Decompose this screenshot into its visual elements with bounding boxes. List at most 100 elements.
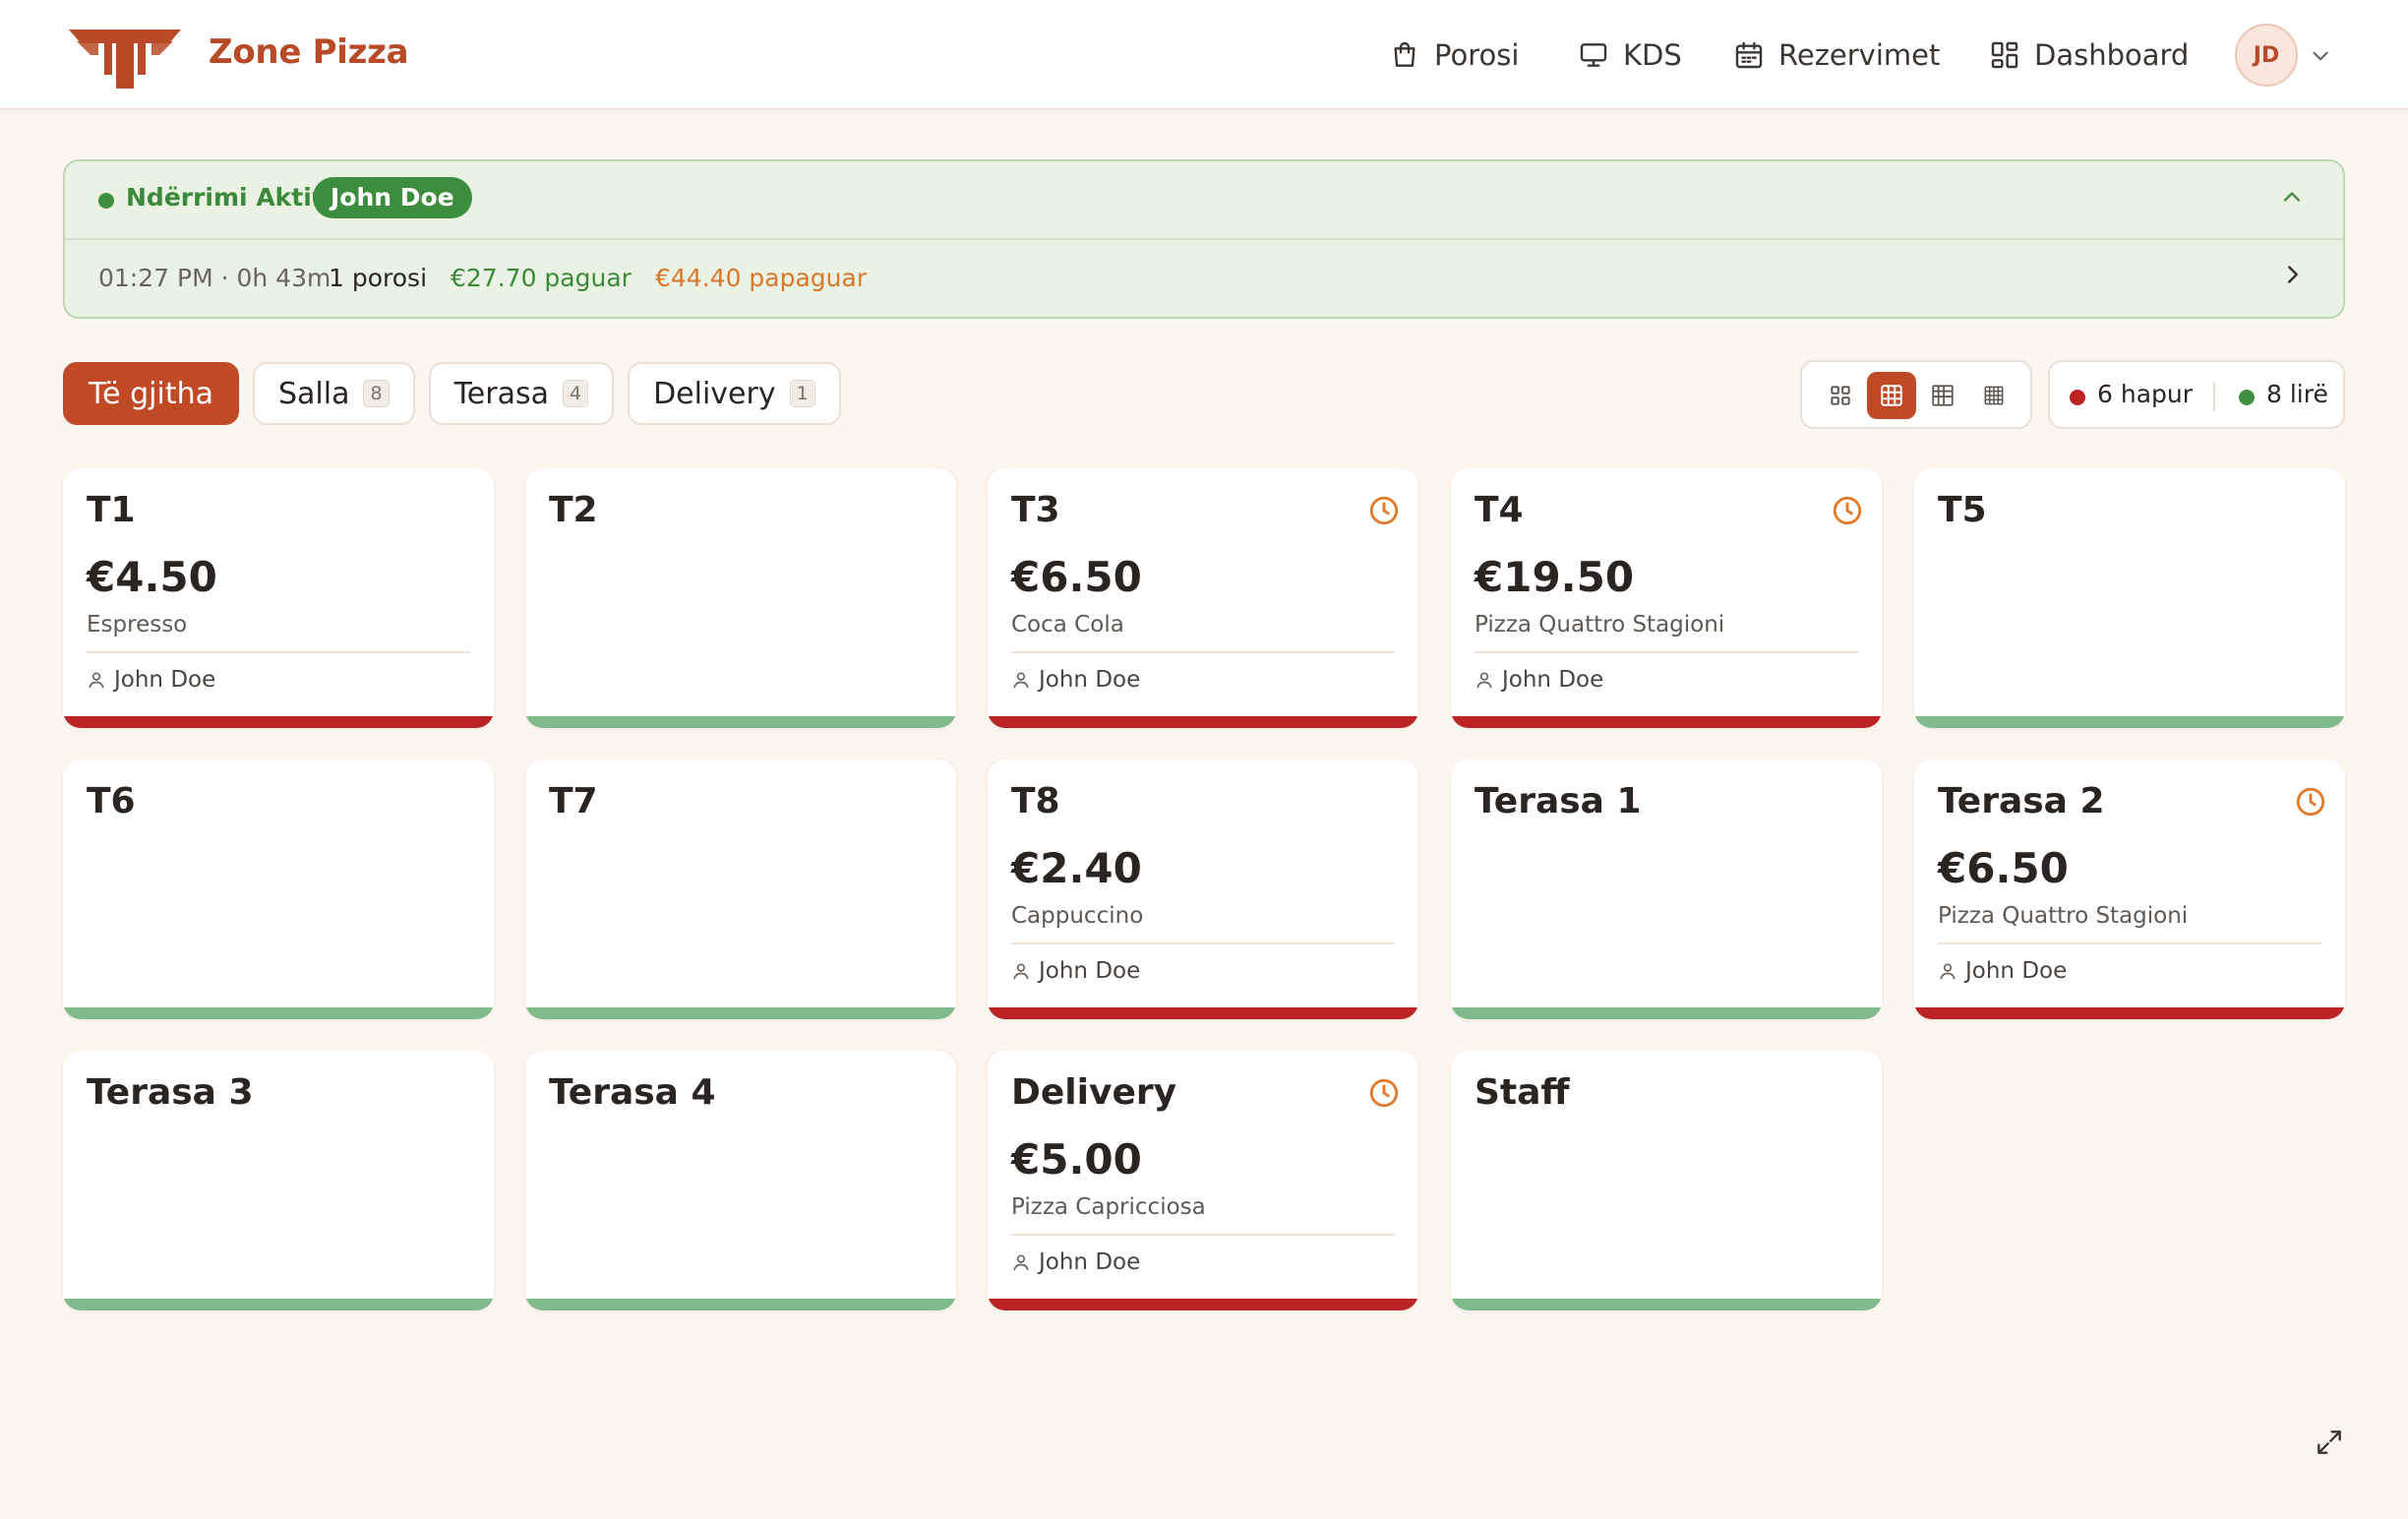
clock-icon — [1833, 496, 1862, 525]
table-order-item: Coca Cola — [1011, 612, 1124, 638]
table-name: Delivery — [1011, 1072, 1177, 1113]
calendar-icon — [1735, 41, 1763, 69]
table-card[interactable]: Terasa 1 — [1451, 760, 1882, 1019]
nav-dashboard[interactable]: Dashboard — [1989, 0, 2189, 110]
table-amount: €2.40 — [1011, 844, 1142, 892]
chevron-up-icon[interactable] — [2278, 183, 2306, 211]
card-divider — [1011, 651, 1395, 653]
table-card[interactable]: T7 — [525, 760, 956, 1019]
table-waiter: John Doe — [87, 667, 215, 693]
chevron-right-icon[interactable] — [2278, 260, 2308, 289]
free-status-dot — [2239, 390, 2255, 405]
tab-salla[interactable]: Salla 8 — [252, 362, 415, 425]
table-name: T6 — [87, 781, 136, 821]
open-tables-count: 6 hapur — [2097, 380, 2194, 408]
grid-4x4-icon — [1932, 385, 1954, 406]
card-divider — [1011, 1234, 1395, 1236]
table-name: Staff — [1475, 1072, 1570, 1113]
user-icon — [1940, 963, 1956, 980]
table-name: T1 — [87, 490, 136, 530]
table-waiter-name: John Doe — [1502, 667, 1604, 693]
user-avatar[interactable]: JD — [2235, 24, 2298, 87]
table-card[interactable]: Delivery €5.00 Pizza Capricciosa John Doe — [988, 1051, 1418, 1310]
table-waiter: John Doe — [1011, 1249, 1140, 1275]
table-card[interactable]: Terasa 2 €6.50 Pizza Quattro Stagioni John … — [1914, 760, 2345, 1019]
tab-all[interactable]: Të gjitha — [63, 362, 239, 425]
table-card[interactable]: T4 €19.50 Pizza Quattro Stagioni John Doe — [1451, 468, 1882, 728]
table-name: Terasa 1 — [1475, 781, 1642, 821]
status-divider — [2213, 382, 2215, 411]
table-card[interactable]: Terasa 3 — [63, 1051, 494, 1310]
table-waiter: John Doe — [1475, 667, 1603, 693]
table-order-item: Pizza Quattro Stagioni — [1938, 903, 2189, 929]
nav-rezervimet-label: Rezervimet — [1778, 38, 1941, 72]
table-waiter-name: John Doe — [1965, 958, 2068, 984]
table-name: T3 — [1011, 490, 1060, 530]
user-icon — [1013, 1254, 1029, 1271]
tab-delivery[interactable]: Delivery 1 — [628, 362, 841, 425]
table-name: Terasa 4 — [549, 1072, 716, 1113]
table-card[interactable]: T5 — [1914, 468, 2345, 728]
table-amount: €6.50 — [1011, 553, 1142, 601]
table-waiter: John Doe — [1011, 667, 1140, 693]
nav-rezervimet[interactable]: Rezervimet — [1733, 0, 1940, 110]
nav-porosi[interactable]: Porosi — [1389, 0, 1519, 110]
table-card[interactable]: T6 — [63, 760, 494, 1019]
grid-5x5-icon — [1984, 386, 2004, 405]
tab-all-label: Të gjitha — [89, 376, 213, 411]
shift-unpaid-total: €44.40 papaguar — [655, 264, 868, 292]
table-waiter: John Doe — [1938, 958, 2067, 984]
table-order-item: Cappuccino — [1011, 903, 1144, 929]
user-icon — [1476, 672, 1492, 689]
brand-name: Zone Pizza — [209, 32, 409, 72]
shift-orders-count: 1 porosi — [329, 264, 428, 292]
user-icon — [1013, 672, 1029, 689]
clock-icon — [2296, 787, 2325, 817]
table-waiter-name: John Doe — [1039, 667, 1141, 693]
grid-large-button[interactable] — [1816, 372, 1865, 419]
table-card[interactable]: Terasa 4 — [525, 1051, 956, 1310]
shift-time: 01:27 PM · 0h 43m — [98, 264, 331, 292]
table-amount: €5.00 — [1011, 1135, 1142, 1184]
nav-porosi-label: Porosi — [1434, 38, 1520, 72]
grid-small-button[interactable] — [1918, 372, 1967, 419]
nav-kds-label: KDS — [1623, 38, 1682, 72]
nav-dashboard-label: Dashboard — [2034, 38, 2190, 72]
grid-compact-button[interactable] — [1969, 372, 2018, 419]
table-card[interactable]: T1 €4.50 Espresso John Doe — [63, 468, 494, 728]
grid-medium-button[interactable] — [1867, 372, 1916, 419]
nav-kds[interactable]: KDS — [1578, 0, 1682, 110]
dashboard-icon — [1991, 41, 2018, 69]
shift-status-label: Ndërrimi Aktiv — [126, 183, 329, 212]
card-divider — [1938, 942, 2321, 944]
table-name: T7 — [549, 781, 598, 821]
user-icon — [1013, 963, 1029, 980]
table-name: T4 — [1475, 490, 1524, 530]
tab-delivery-count: 1 — [789, 380, 815, 407]
area-filter-tabs: Të gjitha Salla 8 Terasa 4 Delivery 1 — [63, 362, 841, 425]
table-card[interactable]: T8 €2.40 Cappuccino John Doe — [988, 760, 1418, 1019]
zone-pizza-logo[interactable] — [67, 22, 183, 91]
table-card[interactable]: T2 — [525, 468, 956, 728]
table-card[interactable]: T3 €6.50 Coca Cola John Doe — [988, 468, 1418, 728]
table-name: T2 — [549, 490, 598, 530]
table-waiter-name: John Doe — [1039, 1249, 1141, 1275]
table-name: T5 — [1938, 490, 1987, 530]
fullscreen-expand-icon[interactable] — [2314, 1427, 2345, 1458]
shift-status-dot — [98, 193, 114, 209]
tab-salla-count: 8 — [363, 380, 390, 407]
card-divider — [1011, 942, 1395, 944]
chevron-down-icon[interactable] — [2308, 43, 2333, 69]
table-amount: €6.50 — [1938, 844, 2069, 892]
card-divider — [1475, 651, 1858, 653]
tab-terasa[interactable]: Terasa 4 — [428, 362, 615, 425]
active-shift-panel: Ndërrimi Aktiv John Doe 01:27 PM · 0h 43… — [63, 159, 2345, 319]
clock-icon — [1369, 496, 1399, 525]
table-card[interactable]: Staff — [1451, 1051, 1882, 1310]
table-name: Terasa 2 — [1938, 781, 2105, 821]
table-name: Terasa 3 — [87, 1072, 254, 1113]
table-waiter: John Doe — [1011, 958, 1140, 984]
open-status-dot — [2070, 390, 2085, 405]
table-waiter-name: John Doe — [114, 667, 216, 693]
tab-delivery-label: Delivery — [653, 376, 776, 411]
